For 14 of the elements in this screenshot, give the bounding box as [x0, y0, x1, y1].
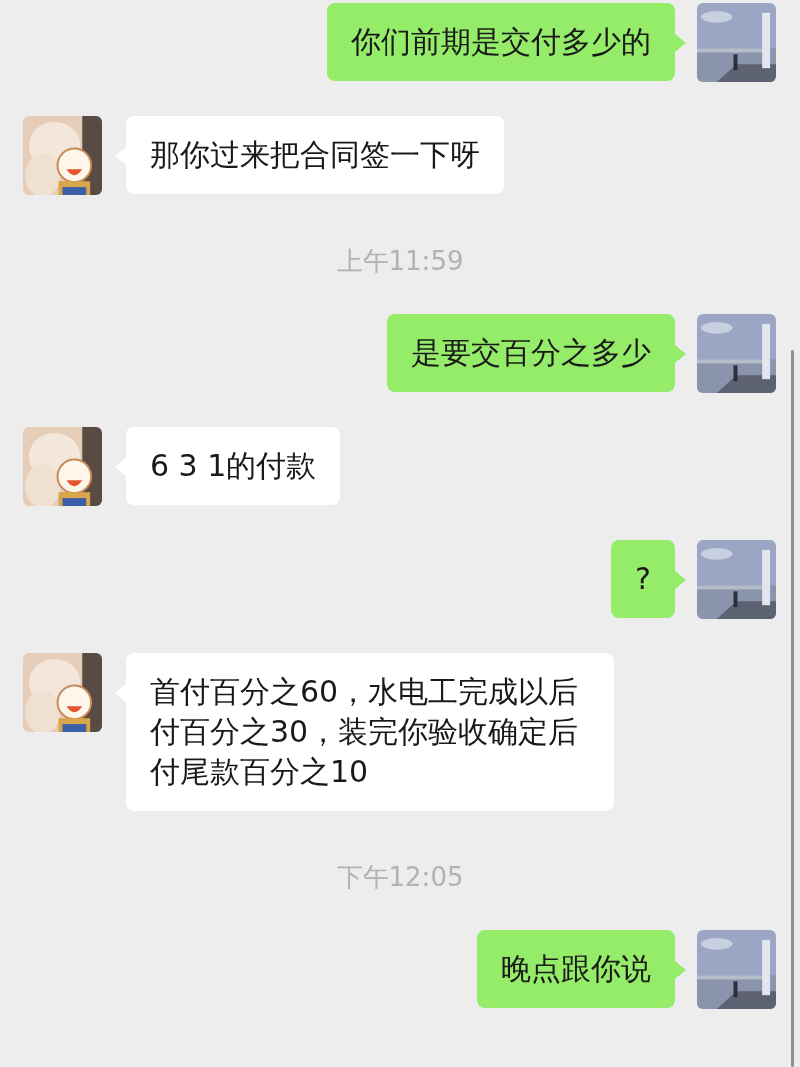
scrollbar[interactable] — [791, 350, 794, 1067]
message-bubble: 首付百分之60，水电工完成以后付百分之30，装完你验收确定后付尾款百分之10 — [126, 653, 614, 811]
message-bubble: 你们前期是交付多少的 — [327, 3, 675, 81]
message-bubble: 晚点跟你说 — [477, 930, 675, 1008]
message-bubble: 那你过来把合同签一下呀 — [126, 116, 504, 194]
message-bubble: ? — [611, 540, 675, 618]
bubble-tail — [675, 961, 686, 979]
timestamp: 下午12:05 — [336, 864, 464, 890]
bubble-tail — [675, 34, 686, 52]
bubble-tail — [675, 571, 686, 589]
message-bubble: 6 3 1的付款 — [126, 427, 341, 505]
timestamp: 上午11:59 — [336, 248, 464, 274]
message-bubble: 是要交百分之多少 — [387, 314, 675, 392]
bubble-tail — [675, 345, 686, 363]
